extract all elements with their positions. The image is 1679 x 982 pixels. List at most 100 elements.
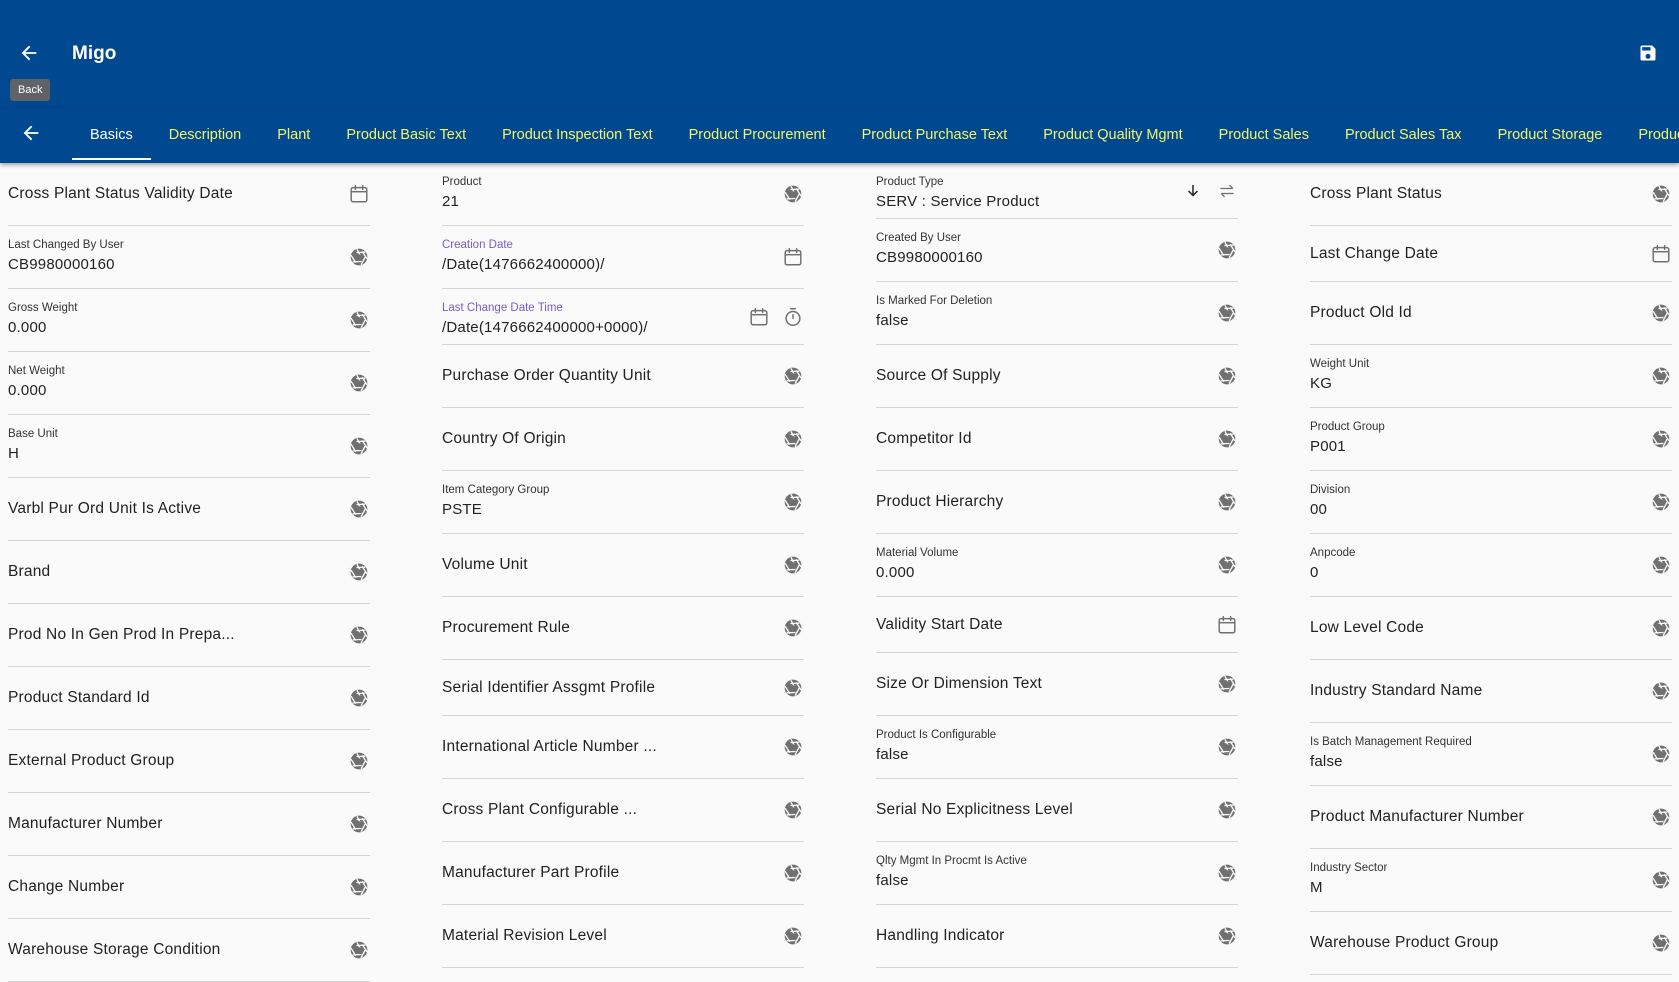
aperture-icon[interactable] xyxy=(1216,799,1238,821)
form-field[interactable]: Cross Plant Status xyxy=(1310,163,1672,226)
tab-back-button[interactable] xyxy=(16,120,46,150)
form-field[interactable]: Manufacturer Part Profile xyxy=(442,842,804,905)
form-field[interactable]: International Article Number ... xyxy=(442,716,804,779)
aperture-icon[interactable] xyxy=(782,925,804,947)
tab-product-purchase-text[interactable]: Product Purchase Text xyxy=(844,108,1026,163)
aperture-icon[interactable] xyxy=(1650,183,1672,205)
form-field[interactable]: External Product Group xyxy=(8,730,370,793)
form-field[interactable]: Material Volume 0.000 xyxy=(876,534,1238,597)
tab-product-procurement[interactable]: Product Procurement xyxy=(671,108,844,163)
form-field[interactable]: Serial No Explicitness Level xyxy=(876,779,1238,842)
form-field[interactable]: Validity Start Date xyxy=(876,597,1238,653)
aperture-icon[interactable] xyxy=(1650,428,1672,450)
aperture-icon[interactable] xyxy=(1216,554,1238,576)
tab-product-inspection-text[interactable]: Product Inspection Text xyxy=(484,108,670,163)
tab-basics[interactable]: Basics xyxy=(72,108,151,163)
aperture-icon[interactable] xyxy=(782,554,804,576)
aperture-icon[interactable] xyxy=(1650,617,1672,639)
tab-product-sales-tax[interactable]: Product Sales Tax xyxy=(1327,108,1480,163)
form-field[interactable]: Last Changed By User CB9980000160 xyxy=(8,226,370,289)
form-field[interactable]: Warehouse Product Group xyxy=(1310,912,1672,975)
aperture-icon[interactable] xyxy=(782,677,804,699)
calendar-icon[interactable] xyxy=(748,306,770,328)
form-field[interactable]: Purchase Order Quantity Unit xyxy=(442,345,804,408)
tab-product-storage[interactable]: Product Storage xyxy=(1480,108,1621,163)
form-field[interactable]: Weight Unit KG xyxy=(1310,345,1672,408)
form-field[interactable]: Product Hierarchy xyxy=(876,471,1238,534)
form-field[interactable]: Brand xyxy=(8,541,370,604)
form-field[interactable]: Gross Weight 0.000 xyxy=(8,289,370,352)
aperture-icon[interactable] xyxy=(1650,491,1672,513)
form-field[interactable]: Source Of Supply xyxy=(876,345,1238,408)
form-field[interactable]: Cross Plant Status Validity Date xyxy=(8,163,370,226)
aperture-icon[interactable] xyxy=(1650,554,1672,576)
form-field[interactable]: Is Marked For Deletion false xyxy=(876,282,1238,345)
aperture-icon[interactable] xyxy=(782,799,804,821)
aperture-icon[interactable] xyxy=(1216,925,1238,947)
form-field[interactable]: Last Change Date Time/Date(1476662400000… xyxy=(442,289,804,345)
form-field[interactable]: Anpcode 0 xyxy=(1310,534,1672,597)
form-field[interactable]: Industry Standard Name xyxy=(1310,660,1672,723)
aperture-icon[interactable] xyxy=(1650,932,1672,954)
form-field[interactable]: Warehouse Storage Condition xyxy=(8,919,370,982)
aperture-icon[interactable] xyxy=(782,617,804,639)
aperture-icon[interactable] xyxy=(782,428,804,450)
aperture-icon[interactable] xyxy=(1216,491,1238,513)
form-field[interactable]: Product 21 xyxy=(442,163,804,226)
swap-icon[interactable] xyxy=(1216,180,1238,202)
tab-product-basic-text[interactable]: Product Basic Text xyxy=(328,108,484,163)
aperture-icon[interactable] xyxy=(1650,869,1672,891)
tab-product-quality-mgmt[interactable]: Product Quality Mgmt xyxy=(1025,108,1200,163)
aperture-icon[interactable] xyxy=(348,435,370,457)
tab-product-units[interactable]: Product Units xyxy=(1620,108,1679,163)
aperture-icon[interactable] xyxy=(1216,428,1238,450)
form-field[interactable]: Procurement Rule xyxy=(442,597,804,660)
aperture-icon[interactable] xyxy=(1650,302,1672,324)
aperture-icon[interactable] xyxy=(782,183,804,205)
form-field[interactable]: Product Group P001 xyxy=(1310,408,1672,471)
aperture-icon[interactable] xyxy=(782,736,804,758)
aperture-icon[interactable] xyxy=(348,309,370,331)
form-field[interactable]: Low Level Code xyxy=(1310,597,1672,660)
form-field[interactable]: Cross Plant Configurable ... xyxy=(442,779,804,842)
form-field[interactable]: Product Manufacturer Number xyxy=(1310,786,1672,849)
form-field[interactable]: Serial Identifier Assgmt Profile xyxy=(442,660,804,716)
aperture-icon[interactable] xyxy=(1216,673,1238,695)
aperture-icon[interactable] xyxy=(1650,743,1672,765)
form-field[interactable]: Net Weight 0.000 xyxy=(8,352,370,415)
form-field[interactable]: Item Category Group PSTE xyxy=(442,471,804,534)
aperture-icon[interactable] xyxy=(348,624,370,646)
form-field[interactable]: Division 00 xyxy=(1310,471,1672,534)
form-field[interactable]: Qlty Mgmt In Procmt Is Active false xyxy=(876,842,1238,905)
aperture-icon[interactable] xyxy=(348,939,370,961)
form-field[interactable]: Product Standard Id xyxy=(8,667,370,730)
form-field[interactable]: Country Of Origin xyxy=(442,408,804,471)
calendar-icon[interactable] xyxy=(1650,243,1672,265)
aperture-icon[interactable] xyxy=(782,862,804,884)
aperture-icon[interactable] xyxy=(348,687,370,709)
calendar-icon[interactable] xyxy=(1216,614,1238,636)
aperture-icon[interactable] xyxy=(348,246,370,268)
form-field[interactable]: Is Batch Management Required false xyxy=(1310,723,1672,786)
form-field[interactable]: Product Is Configurable false xyxy=(876,716,1238,779)
aperture-icon[interactable] xyxy=(1216,365,1238,387)
timer-icon[interactable] xyxy=(782,306,804,328)
aperture-icon[interactable] xyxy=(1216,302,1238,324)
calendar-icon[interactable] xyxy=(348,183,370,205)
form-field[interactable]: Varbl Pur Ord Unit Is Active xyxy=(8,478,370,541)
form-field[interactable]: Competitor Id xyxy=(876,408,1238,471)
form-field[interactable]: Product Old Id xyxy=(1310,282,1672,345)
aperture-icon[interactable] xyxy=(348,876,370,898)
form-field[interactable]: Volume Unit xyxy=(442,534,804,597)
aperture-icon[interactable] xyxy=(1216,239,1238,261)
tab-plant[interactable]: Plant xyxy=(259,108,328,163)
aperture-icon[interactable] xyxy=(348,561,370,583)
aperture-icon[interactable] xyxy=(1650,806,1672,828)
form-field[interactable]: Base Unit H xyxy=(8,415,370,478)
aperture-icon[interactable] xyxy=(1650,365,1672,387)
aperture-icon[interactable] xyxy=(1216,736,1238,758)
calendar-icon[interactable] xyxy=(782,246,804,268)
back-button[interactable] xyxy=(14,40,44,70)
aperture-icon[interactable] xyxy=(348,372,370,394)
aperture-icon[interactable] xyxy=(782,365,804,387)
